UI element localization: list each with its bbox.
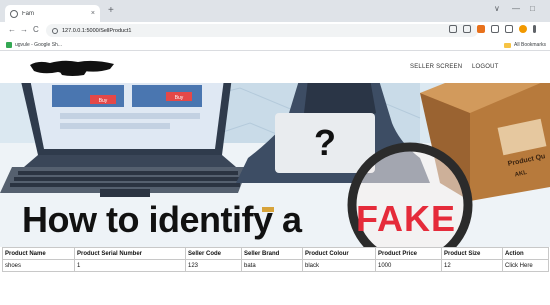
redacted-logo xyxy=(30,60,114,76)
address-bar[interactable]: 127.0.0.1:5000/SellProduct1 xyxy=(46,24,478,37)
browser-toolbar: ← → C 127.0.0.1:5000/SellProduct1 xyxy=(0,22,550,39)
hero-headline: How to identify a xyxy=(22,199,302,240)
cell-serial-number: 1 xyxy=(74,259,186,272)
all-bookmarks-label: All Bookmarks xyxy=(514,42,546,48)
metamask-extension-icon[interactable] xyxy=(477,25,485,33)
reload-button[interactable]: C xyxy=(33,25,39,35)
bookmark-item[interactable]: ugvule - Google Sh... xyxy=(6,42,62,48)
new-tab-button[interactable]: + xyxy=(108,6,114,16)
cell-seller-code: 123 xyxy=(185,259,242,272)
cell-size: 12 xyxy=(441,259,503,272)
laptop-buy-button-2: Buy xyxy=(175,95,184,101)
click-here-link[interactable]: Click Here xyxy=(505,263,533,269)
laptop-graphic: Buy Buy xyxy=(0,83,248,197)
bookmarks-bar: ugvule - Google Sh... All Bookmarks xyxy=(0,39,550,51)
header-action: Action xyxy=(502,247,549,260)
cell-seller-brand: bata xyxy=(241,259,303,272)
laptop-buy-button-1: Buy xyxy=(99,98,108,104)
browser-tab[interactable]: Fam × xyxy=(5,5,100,22)
table-row: shoes 1 123 bata black 1000 12 Click Her… xyxy=(2,259,549,272)
minimize-button[interactable]: — xyxy=(512,4,520,14)
globe-icon xyxy=(10,9,18,18)
header-product-size: Product Size xyxy=(441,247,503,260)
header-product-price: Product Price xyxy=(375,247,442,260)
profile-avatar-icon[interactable] xyxy=(519,25,527,33)
header-seller-brand: Seller Brand xyxy=(241,247,303,260)
extension-icons xyxy=(449,25,536,33)
question-mark: ? xyxy=(314,122,336,163)
share-icon[interactable] xyxy=(449,25,457,33)
site-info-icon[interactable] xyxy=(52,27,58,34)
screen: Fam × + ∨ — □ ← → C 127.0.0.1:5000/SellP… xyxy=(0,0,550,305)
cell-action: Click Here xyxy=(502,259,549,272)
header-seller-code: Seller Code xyxy=(185,247,242,260)
table-header-row: Product Name Product Serial Number Selle… xyxy=(2,247,549,260)
menu-kebab-icon[interactable] xyxy=(533,25,536,33)
product-table: Product Name Product Serial Number Selle… xyxy=(2,247,549,272)
forward-button[interactable]: → xyxy=(20,25,28,35)
hero-fake-word: FAKE xyxy=(356,198,457,239)
header-product-name: Product Name xyxy=(2,247,75,260)
nav-logout-link[interactable]: LOGOUT xyxy=(472,64,499,70)
back-button[interactable]: ← xyxy=(8,25,16,35)
nav-seller-screen-link[interactable]: SELLER SCREEN xyxy=(410,64,462,70)
hero-banner: Buy Buy ? Product Qu AKL How to identify… xyxy=(0,83,550,247)
browser-tabstrip: Fam × + ∨ — □ xyxy=(0,0,550,22)
site-navbar: SELLER SCREEN LOGOUT xyxy=(0,51,550,83)
extensions-puzzle-icon[interactable] xyxy=(491,25,499,33)
sheets-icon xyxy=(6,42,12,48)
cell-colour: black xyxy=(302,259,376,272)
cell-price: 1000 xyxy=(375,259,442,272)
maximize-button[interactable]: □ xyxy=(530,4,535,14)
bookmark-label: ugvule - Google Sh... xyxy=(15,42,62,48)
url-text: 127.0.0.1:5000/SellProduct1 xyxy=(62,27,132,34)
tab-search-icon[interactable]: ∨ xyxy=(494,4,500,14)
bookmark-star-icon[interactable] xyxy=(463,25,471,33)
product-table-wrapper: Product Name Product Serial Number Selle… xyxy=(2,247,549,272)
all-bookmarks[interactable]: All Bookmarks xyxy=(504,42,546,48)
close-tab-icon[interactable]: × xyxy=(91,10,95,17)
tab-title: Fam xyxy=(22,10,34,17)
header-serial-number: Product Serial Number xyxy=(74,247,186,260)
sidebar-icon[interactable] xyxy=(505,25,513,33)
cell-product-name: shoes xyxy=(2,259,75,272)
header-product-colour: Product Colour xyxy=(302,247,376,260)
folder-icon xyxy=(504,42,512,48)
